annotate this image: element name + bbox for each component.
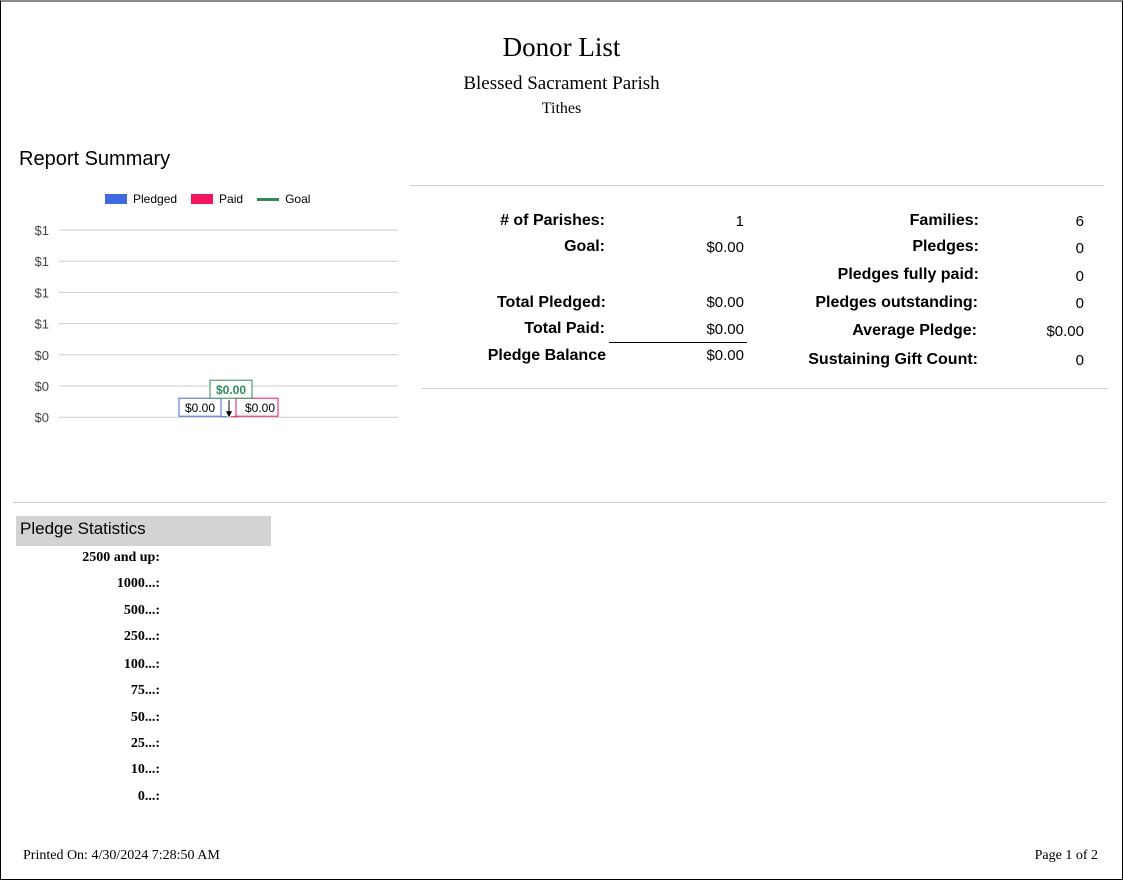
pledge-range-2500-up: 2500 and up:	[82, 550, 160, 565]
y-tick-label: $0	[35, 379, 49, 394]
stat-label-parishes: # of Parishes:	[500, 212, 605, 229]
y-tick-label: $1	[35, 223, 49, 238]
stat-label-goal: Goal:	[564, 238, 605, 255]
pledged-data-label: $0.00	[185, 401, 215, 415]
stat-value-total-pledged: $0.00	[706, 294, 744, 311]
paid-bar	[231, 416, 237, 418]
legend-item-paid: Paid	[191, 192, 243, 206]
stat-label-sustaining-gift-count: Sustaining Gift Count:	[808, 351, 978, 368]
stat-label-families: Families:	[909, 212, 979, 229]
chart-legend: Pledged Paid Goal	[105, 192, 324, 206]
printed-on: Printed On: 4/30/2024 7:28:50 AM	[23, 848, 220, 863]
stat-value-pledges-fully-paid: 0	[1075, 268, 1084, 285]
pledge-range-10: 10...:	[130, 762, 160, 777]
report-summary-heading: Report Summary	[19, 148, 171, 170]
pledge-range-1000: 1000...:	[116, 576, 160, 591]
pledge-range-500: 500...:	[123, 603, 160, 618]
paid-data-label: $0.00	[245, 401, 275, 415]
y-tick-label: $1	[35, 285, 49, 300]
stat-value-pledges-outstanding: 0	[1075, 295, 1084, 312]
stat-label-pledges-fully-paid: Pledges fully paid:	[837, 266, 979, 283]
pledged-bar	[221, 416, 227, 418]
pledge-range-75: 75...:	[130, 683, 160, 698]
pledge-range-25: 25...:	[130, 736, 160, 751]
summary-bottom-divider	[422, 388, 1108, 389]
stat-value-families: 6	[1075, 213, 1084, 230]
pledge-range-50: 50...:	[130, 710, 160, 725]
stat-label-pledge-balance: Pledge Balance	[487, 347, 606, 364]
page-number: Page 1 of 2	[1034, 848, 1098, 863]
paid-swatch	[191, 194, 214, 204]
fund-name: Tithes	[541, 100, 582, 117]
legend-item-goal: Goal	[257, 192, 310, 206]
pledge-statistics-heading: Pledge Statistics	[16, 516, 271, 546]
report-title: Donor List	[502, 32, 621, 62]
stat-label-total-paid: Total Paid:	[524, 320, 605, 337]
goal-data-label: $0.00	[216, 383, 246, 397]
section-divider	[13, 502, 1106, 503]
report-page: Donor List Blessed Sacrament Parish Tith…	[0, 0, 1123, 880]
stat-value-goal: $0.00	[706, 239, 744, 256]
legend-item-pledged: Pledged	[105, 192, 177, 206]
stat-value-pledge-balance: $0.00	[706, 347, 744, 364]
y-tick-label: $0	[35, 410, 49, 425]
stat-value-average-pledge: $0.00	[1046, 323, 1084, 340]
summary-chart: $1$1$1$1$0$0$0$0.00 $0.00$0.00	[35, 223, 398, 425]
pledge-range-100: 100...:	[123, 657, 160, 672]
total-paid-underline	[609, 342, 747, 343]
stat-value-parishes: 1	[735, 213, 744, 230]
stat-label-average-pledge: Average Pledge:	[852, 322, 977, 339]
y-tick-label: $0	[35, 348, 49, 363]
pledge-range-0: 0...:	[137, 789, 160, 804]
stat-label-pledges: Pledges:	[912, 238, 979, 255]
legend-label-goal: Goal	[285, 192, 311, 206]
legend-label-pledged: Pledged	[133, 192, 178, 206]
stat-value-total-paid: $0.00	[706, 321, 744, 338]
y-tick-label: $1	[35, 317, 49, 332]
stat-value-sustaining-gift-count: 0	[1075, 352, 1084, 369]
y-tick-label: $1	[35, 254, 49, 269]
pledged-swatch	[105, 194, 127, 204]
summary-top-divider	[410, 185, 1104, 186]
legend-label-paid: Paid	[219, 192, 244, 206]
goal-swatch	[257, 197, 280, 201]
pledge-range-250: 250...:	[123, 629, 160, 644]
parish-name: Blessed Sacrament Parish	[463, 73, 660, 94]
stat-label-total-pledged: Total Pledged:	[496, 294, 606, 311]
stat-value-pledges: 0	[1075, 240, 1084, 257]
stat-label-pledges-outstanding: Pledges outstanding:	[815, 294, 978, 311]
